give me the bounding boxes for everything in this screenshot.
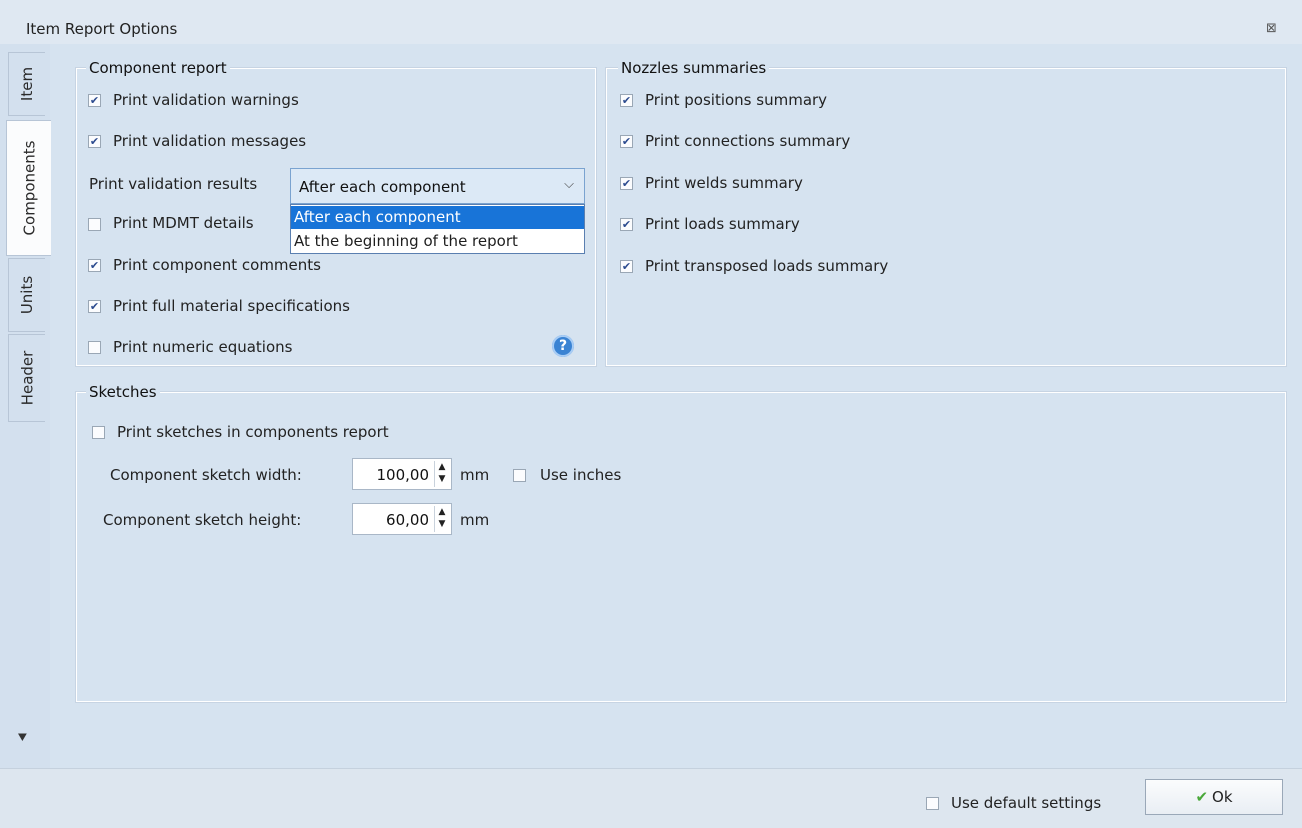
print-connections-summary-checkbox[interactable]: ✔ [620,135,633,148]
print-connections-summary-label: Print connections summary [645,132,851,150]
checkmark-icon: ✔ [1195,788,1209,806]
sketch-width-label: Component sketch width: [110,466,302,484]
print-mdmt-details-label: Print MDMT details [113,214,254,232]
sketch-width-value: 100,00 [376,466,430,484]
spinner-arrows-icon[interactable]: ▲ ▼ [434,506,449,532]
ok-button-label: Ok [1212,788,1233,806]
tab-units[interactable]: Units [8,258,45,332]
print-transposed-loads-summary-label: Print transposed loads summary [645,257,889,275]
print-sketches-label: Print sketches in components report [117,423,389,441]
sketch-height-label: Component sketch height: [103,511,302,529]
sketch-height-value: 60,00 [386,511,429,529]
tab-units-label: Units [18,275,37,315]
validation-results-label: Print validation results [89,175,258,193]
use-default-settings-label: Use default settings [951,794,1102,812]
title-bar [0,0,1302,44]
tab-components-label: Components [20,140,38,236]
print-mdmt-details-checkbox[interactable] [88,218,101,231]
print-welds-summary-checkbox[interactable]: ✔ [620,177,633,190]
print-validation-messages-checkbox[interactable]: ✔ [88,135,101,148]
scroll-down-icon[interactable]: ⯆ [16,728,29,748]
tab-components[interactable]: Components [6,120,51,256]
nozzles-summaries-title: Nozzles summaries [618,59,770,77]
sketch-width-spinner[interactable]: 100,00 ▲ ▼ [352,458,452,490]
validation-results-combobox[interactable]: After each component ⌵ [290,168,585,204]
window-title: Item Report Options [26,20,178,38]
tab-item-label: Item [18,66,36,102]
print-component-comments-checkbox[interactable]: ✔ [88,259,101,272]
sketch-height-unit: mm [460,511,490,529]
component-report-title: Component report [86,59,230,77]
use-default-settings-checkbox[interactable] [926,797,939,810]
print-validation-messages-label: Print validation messages [113,132,307,150]
print-loads-summary-label: Print loads summary [645,215,800,233]
dropdown-option-after-each[interactable]: After each component [291,206,584,229]
print-full-material-specs-checkbox[interactable]: ✔ [88,300,101,313]
print-numeric-equations-label: Print numeric equations [113,338,293,356]
print-full-material-specs-label: Print full material specifications [113,297,350,315]
sketches-title: Sketches [86,383,160,401]
print-positions-summary-checkbox[interactable]: ✔ [620,94,633,107]
print-validation-warnings-checkbox[interactable]: ✔ [88,94,101,107]
tab-header-label: Header [18,350,36,406]
print-positions-summary-label: Print positions summary [645,91,828,109]
print-numeric-equations-checkbox[interactable] [88,341,101,354]
print-sketches-checkbox[interactable] [92,426,105,439]
close-icon[interactable]: ⊠ [1266,21,1277,36]
ok-button[interactable]: ✔ Ok [1145,779,1283,815]
dropdown-option-beginning[interactable]: At the beginning of the report [291,230,584,253]
help-icon[interactable]: ? [552,335,574,357]
sketch-width-unit: mm [460,466,490,484]
print-component-comments-label: Print component comments [113,256,321,274]
use-inches-checkbox[interactable] [513,469,526,482]
sketch-height-spinner[interactable]: 60,00 ▲ ▼ [352,503,452,535]
tab-item[interactable]: Item [8,52,45,116]
tab-header[interactable]: Header [8,334,45,422]
spinner-arrows-icon[interactable]: ▲ ▼ [434,461,449,487]
print-loads-summary-checkbox[interactable]: ✔ [620,218,633,231]
validation-results-dropdown: After each component At the beginning of… [290,204,585,254]
print-validation-warnings-label: Print validation warnings [113,91,299,109]
print-transposed-loads-summary-checkbox[interactable]: ✔ [620,260,633,273]
print-welds-summary-label: Print welds summary [645,174,803,192]
chevron-down-icon: ⌵ [564,177,574,192]
use-inches-label: Use inches [540,466,622,484]
validation-results-value: After each component [299,178,466,196]
footer-bar [0,768,1302,828]
